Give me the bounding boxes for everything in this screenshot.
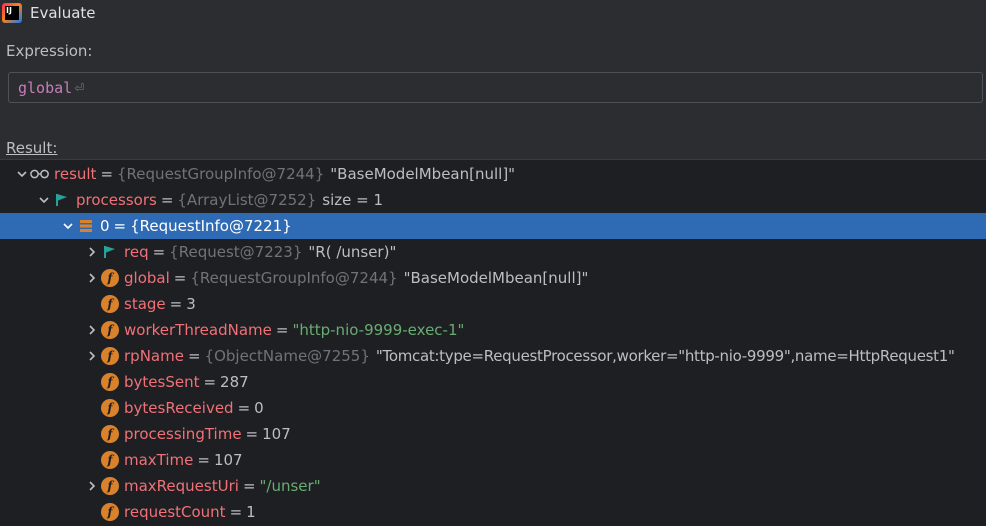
tree-row-maxRequestUri[interactable]: f maxRequestUri = "/unser" xyxy=(0,473,986,499)
tree-row-name: stage xyxy=(124,295,166,313)
tree-row-global[interactable]: f global = {RequestGroupInfo@7244} "Base… xyxy=(0,265,986,291)
array-element-icon xyxy=(76,216,96,236)
tree-row-type: {ArrayList@7252} xyxy=(177,191,317,209)
tree-row-req[interactable]: req = {Request@7223} "R( /unser)" xyxy=(0,239,986,265)
field-icon: f xyxy=(100,294,120,314)
tree-row-processors[interactable]: processors = {ArrayList@7252} size = 1 xyxy=(0,187,986,213)
tree-row-name: rpName xyxy=(124,347,184,365)
tree-row-type: {RequestInfo@7221} xyxy=(130,217,292,235)
tree-row-name: processors xyxy=(76,191,157,209)
tree-row-name: processingTime xyxy=(124,425,242,443)
tree-row-value: size = 1 xyxy=(322,191,384,209)
chevron-right-icon[interactable] xyxy=(84,317,100,343)
equals-sign: = xyxy=(275,321,289,339)
equals-sign: = xyxy=(113,217,127,235)
tree-row-type: {Request@7223} xyxy=(169,243,303,261)
field-icon: f xyxy=(100,398,120,418)
tree-row-value: "/unser" xyxy=(259,477,321,495)
tree-row-requestCount[interactable]: f requestCount = 1 xyxy=(0,499,986,525)
tree-row-value: "BaseModelMbean[null]" xyxy=(330,165,516,183)
tree-row-value: 287 xyxy=(220,373,249,391)
field-icon: f xyxy=(100,424,120,444)
tree-row-bytesSent[interactable]: f bytesSent = 287 xyxy=(0,369,986,395)
tree-row-0[interactable]: 0 = {RequestInfo@7221} xyxy=(0,213,986,239)
field-icon: f xyxy=(100,320,120,340)
tree-row-name: bytesReceived xyxy=(124,399,234,417)
equals-sign: = xyxy=(237,399,251,417)
tree-row-value: "http-nio-9999-exec-1" xyxy=(292,321,465,339)
equals-sign: = xyxy=(242,477,256,495)
equals-sign: = xyxy=(100,165,114,183)
equals-sign: = xyxy=(229,503,243,521)
equals-sign: = xyxy=(152,243,166,261)
flag-icon xyxy=(100,242,120,262)
tree-row-name: global xyxy=(124,269,170,287)
tree-row-bytesReceived[interactable]: f bytesReceived = 0 xyxy=(0,395,986,421)
chevron-down-icon[interactable] xyxy=(14,161,30,187)
equals-sign: = xyxy=(173,269,187,287)
tree-row-value: 0 xyxy=(254,399,264,417)
expression-label: Expression: xyxy=(6,42,93,60)
equals-sign: = xyxy=(160,191,174,209)
tree-row-value: "R( /unser)" xyxy=(308,243,397,261)
equals-sign: = xyxy=(197,451,210,469)
tree-row-type: {RequestGroupInfo@7244} xyxy=(117,165,325,183)
equals-sign: = xyxy=(169,295,183,313)
chevron-down-icon[interactable] xyxy=(60,213,76,239)
tree-row-name: requestCount xyxy=(124,503,226,521)
tree-row-name: 0 xyxy=(100,217,110,235)
tree-row-value: 107 xyxy=(213,451,243,469)
newline-icon: ⏎ xyxy=(74,80,85,95)
tree-row-value: "Tomcat:type=RequestProcessor,worker="ht… xyxy=(375,347,955,365)
field-icon: f xyxy=(100,346,120,366)
chevron-right-icon[interactable] xyxy=(84,343,100,369)
tree-row-result[interactable]: result = {RequestGroupInfo@7244} "BaseMo… xyxy=(0,161,986,187)
field-icon: f xyxy=(100,476,120,496)
flag-icon xyxy=(52,190,72,210)
expression-text: global xyxy=(18,78,73,97)
chevron-right-icon[interactable] xyxy=(84,239,100,265)
equals-sign: = xyxy=(187,347,201,365)
tree-row-type: {ObjectName@7255} xyxy=(204,347,370,365)
result-label-text: Result: xyxy=(6,139,58,157)
tree-row-stage[interactable]: f stage = 3 xyxy=(0,291,986,317)
tree-row-name: req xyxy=(124,243,149,261)
field-icon: f xyxy=(100,268,120,288)
expression-input[interactable]: global ⏎ xyxy=(8,72,983,103)
chevron-right-icon[interactable] xyxy=(84,473,100,499)
tree-row-name: bytesSent xyxy=(124,373,200,391)
tree-row-value: 3 xyxy=(186,295,196,313)
result-label: Result: xyxy=(6,139,57,157)
chevron-right-icon[interactable] xyxy=(84,265,100,291)
equals-sign: = xyxy=(203,373,217,391)
result-tree[interactable]: result = {RequestGroupInfo@7244} "BaseMo… xyxy=(0,160,986,526)
window-title: Evaluate xyxy=(30,4,96,22)
tree-row-workerThreadName[interactable]: f workerThreadName = "http-nio-9999-exec… xyxy=(0,317,986,343)
watch-glasses-icon xyxy=(30,164,50,184)
tree-row-name: result xyxy=(54,165,97,183)
tree-row-value: 107 xyxy=(262,425,291,443)
equals-sign: = xyxy=(245,425,259,443)
intellij-logo-icon: IJ xyxy=(2,3,22,23)
tree-row-value: 1 xyxy=(246,503,256,521)
tree-row-processingTime[interactable]: f processingTime = 107 xyxy=(0,421,986,447)
tree-row-name: maxRequestUri xyxy=(124,477,239,495)
field-icon: f xyxy=(100,372,120,392)
tree-row-name: maxTime xyxy=(124,451,194,469)
field-icon: f xyxy=(100,450,120,470)
title-bar: IJ Evaluate xyxy=(0,0,986,26)
field-icon: f xyxy=(100,502,120,522)
tree-row-type: {RequestGroupInfo@7244} xyxy=(190,269,398,287)
tree-row-value: "BaseModelMbean[null]" xyxy=(403,269,589,287)
chevron-down-icon[interactable] xyxy=(36,187,52,213)
tree-row-rpName[interactable]: f rpName = {ObjectName@7255} "Tomcat:typ… xyxy=(0,343,986,369)
tree-row-name: workerThreadName xyxy=(124,321,272,339)
tree-row-maxTime[interactable]: f maxTime = 107 xyxy=(0,447,986,473)
